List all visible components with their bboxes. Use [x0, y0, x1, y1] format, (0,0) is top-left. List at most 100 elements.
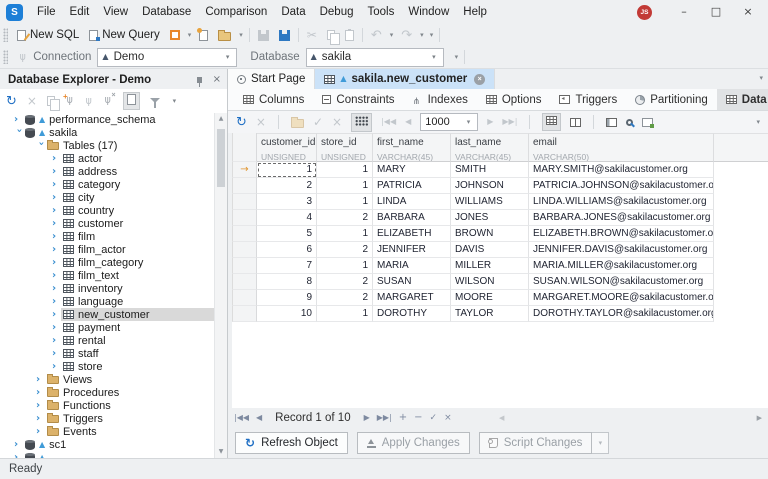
- tree-item-new_customer[interactable]: ›new_customer: [0, 308, 214, 321]
- menu-file[interactable]: File: [30, 0, 63, 24]
- column-header-last_name[interactable]: last_nameVARCHAR(45): [451, 133, 529, 162]
- copy-button[interactable]: [322, 25, 340, 45]
- cell[interactable]: LINDA: [373, 194, 451, 210]
- column-header-store_id[interactable]: store_idUNSIGNED: [317, 133, 373, 162]
- chevron-right-icon[interactable]: ›: [14, 115, 23, 125]
- undo-button[interactable]: ↶: [366, 25, 387, 45]
- chevron-right-icon[interactable]: ›: [52, 284, 61, 294]
- cell[interactable]: MARIA.MILLER@sakilacustomer.org: [529, 258, 714, 274]
- cell[interactable]: LINDA.WILLIAMS@sakilacustomer.org: [529, 194, 714, 210]
- tree-scrollbar[interactable]: ▲ ▼: [214, 113, 227, 458]
- open-file-dropdown[interactable]: ▾: [236, 32, 246, 39]
- cell[interactable]: 9: [257, 290, 317, 306]
- cell[interactable]: DOROTHY.TAYLOR@sakilacustomer.org: [529, 306, 714, 322]
- record-next-icon[interactable]: ▶: [364, 414, 370, 422]
- cell[interactable]: 3: [257, 194, 317, 210]
- cell[interactable]: JONES: [451, 210, 529, 226]
- tree-item-staff[interactable]: ›staff: [0, 347, 214, 360]
- filter-icon[interactable]: [150, 98, 160, 103]
- save-all-button[interactable]: [274, 25, 295, 45]
- menu-edit[interactable]: Edit: [63, 0, 97, 24]
- explorer-close-icon[interactable]: ×: [213, 75, 221, 85]
- toolbar-grip[interactable]: [3, 28, 8, 42]
- tree-item-triggers[interactable]: ›Triggers: [0, 412, 214, 425]
- cell[interactable]: MARIA: [373, 258, 451, 274]
- cell[interactable]: JENNIFER.DAVIS@sakilacustomer.org: [529, 242, 714, 258]
- cell[interactable]: BARBARA: [373, 210, 451, 226]
- new-sql-button[interactable]: New SQL: [12, 25, 84, 45]
- cell[interactable]: ELIZABETH.BROWN@sakilacustomer.org: [529, 226, 714, 242]
- maximize-button[interactable]: □: [700, 0, 732, 24]
- database-select[interactable]: ▲ sakila ▾: [306, 48, 444, 67]
- menu-help[interactable]: Help: [456, 0, 494, 24]
- cell[interactable]: 2: [317, 242, 373, 258]
- cell[interactable]: 1: [257, 162, 317, 178]
- prev-page-icon[interactable]: ◀: [405, 118, 411, 126]
- cell[interactable]: ELIZABETH: [373, 226, 451, 242]
- hscroll-right-icon[interactable]: ▶: [757, 415, 762, 422]
- cell[interactable]: MOORE: [451, 290, 529, 306]
- chevron-right-icon[interactable]: ›: [52, 180, 61, 190]
- cell[interactable]: 8: [257, 274, 317, 290]
- find-icon[interactable]: [626, 119, 633, 126]
- tree-item-film[interactable]: ›film: [0, 230, 214, 243]
- delete-icon[interactable]: ×: [27, 95, 37, 107]
- chevron-right-icon[interactable]: ›: [36, 414, 45, 424]
- cell[interactable]: WILSON: [451, 274, 529, 290]
- chevron-right-icon[interactable]: ›: [52, 232, 61, 242]
- chevron-right-icon[interactable]: ›: [36, 375, 45, 385]
- next-page-icon[interactable]: ▶: [487, 118, 493, 126]
- cell[interactable]: 1: [317, 306, 373, 322]
- menu-debug[interactable]: Debug: [313, 0, 361, 24]
- chevron-right-icon[interactable]: ›: [52, 323, 61, 333]
- chevron-right-icon[interactable]: ›: [52, 349, 61, 359]
- tree-item-views[interactable]: ›Views: [0, 373, 214, 386]
- row-indicator[interactable]: [232, 226, 257, 242]
- append-record-icon[interactable]: +: [399, 413, 407, 423]
- cell[interactable]: 7: [257, 258, 317, 274]
- tree-item-events[interactable]: ›Events: [0, 425, 214, 438]
- row-indicator[interactable]: →: [232, 162, 257, 178]
- last-page-icon[interactable]: ▶▶|: [502, 118, 517, 126]
- new-document-button[interactable]: [194, 25, 213, 45]
- delete-row-icon[interactable]: ×: [256, 116, 266, 128]
- chevron-right-icon[interactable]: ›: [36, 388, 45, 398]
- toolbar-overflow-dropdown[interactable]: ▾: [427, 32, 437, 39]
- preview-toggle[interactable]: [123, 92, 140, 110]
- cell[interactable]: TAYLOR: [451, 306, 529, 322]
- chevron-right-icon[interactable]: ›: [52, 271, 61, 281]
- menu-comparison[interactable]: Comparison: [198, 0, 274, 24]
- redo-dropdown[interactable]: ▾: [417, 32, 427, 39]
- chevron-right-icon[interactable]: ›: [52, 310, 61, 320]
- menu-data[interactable]: Data: [274, 0, 312, 24]
- cell[interactable]: 1: [317, 258, 373, 274]
- chevron-right-icon[interactable]: ›: [52, 193, 61, 203]
- tree-item-language[interactable]: ›language: [0, 295, 214, 308]
- chevron-down-icon[interactable]: ›: [14, 128, 24, 137]
- card-view-icon[interactable]: [570, 118, 581, 127]
- row-indicator[interactable]: [232, 242, 257, 258]
- tree-item-city[interactable]: ›city: [0, 191, 214, 204]
- cell[interactable]: 1: [317, 194, 373, 210]
- tree-item-country[interactable]: ›country: [0, 204, 214, 217]
- chevron-right-icon[interactable]: ›: [52, 297, 61, 307]
- scroll-up-icon[interactable]: ▲: [215, 116, 227, 122]
- cell[interactable]: MILLER: [451, 258, 529, 274]
- undo-dropdown[interactable]: ▾: [387, 32, 397, 39]
- chevron-right-icon[interactable]: ›: [52, 245, 61, 255]
- cut-button[interactable]: ✂: [302, 25, 322, 45]
- toolbar2-overflow-dropdown[interactable]: ▾: [452, 54, 462, 61]
- refresh-icon[interactable]: ↻: [6, 95, 17, 108]
- tree-item-address[interactable]: ›address: [0, 165, 214, 178]
- tab-start-page[interactable]: Start Page: [228, 69, 315, 89]
- tab-options[interactable]: Options: [477, 89, 551, 110]
- cell[interactable]: 10: [257, 306, 317, 322]
- column-header-customer_id[interactable]: customer_idUNSIGNED: [257, 133, 317, 162]
- scroll-thumb[interactable]: [217, 129, 225, 187]
- column-header-first_name[interactable]: first_nameVARCHAR(45): [373, 133, 451, 162]
- cell[interactable]: JENNIFER: [373, 242, 451, 258]
- tab-sakila-new_customer[interactable]: ▲sakila.new_customer×: [315, 69, 495, 89]
- commit-icon[interactable]: ✓: [313, 116, 323, 128]
- tree-item-inventory[interactable]: ›inventory: [0, 282, 214, 295]
- cell[interactable]: 2: [317, 210, 373, 226]
